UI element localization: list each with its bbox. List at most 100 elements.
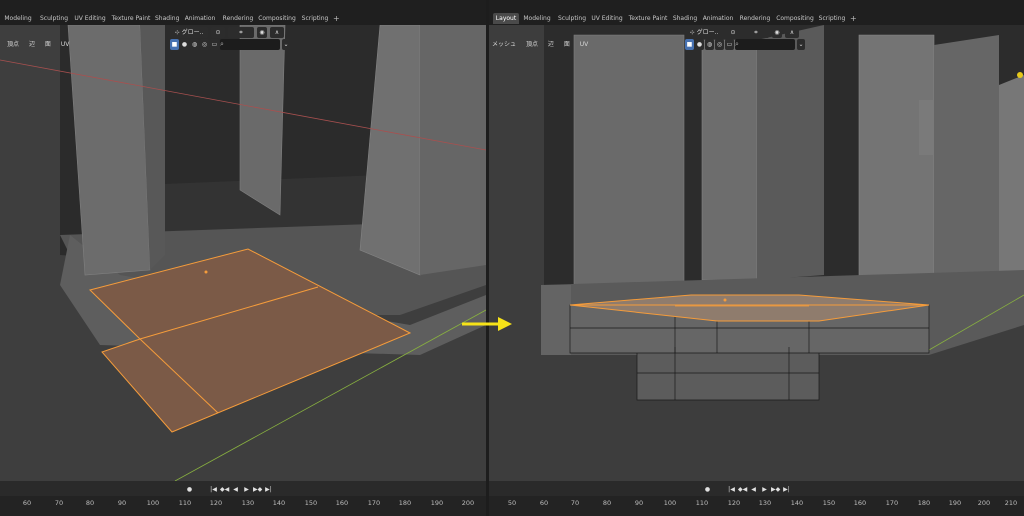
add-workspace-button[interactable]: +	[850, 13, 857, 24]
falloff-icon[interactable]: ∧	[785, 27, 799, 38]
tab-shading[interactable]: Shading	[672, 13, 698, 24]
tab-animation[interactable]: Animation	[184, 13, 216, 24]
face-mode-button[interactable]: 面	[561, 39, 573, 50]
tab-texture-paint[interactable]: Texture Paint	[110, 13, 152, 24]
frame-tick: 160	[335, 499, 349, 507]
snap-icon[interactable]: ⌗	[228, 27, 254, 38]
frame-tick: 190	[948, 499, 962, 507]
vertex-mode-button[interactable]: 頂点	[4, 39, 22, 50]
frame-tick: 200	[977, 499, 991, 507]
3d-viewport[interactable]	[0, 25, 486, 481]
frame-ruler[interactable]: 50 60 70 80 90 100 110 120 130 140 150 1…	[489, 496, 1024, 516]
jump-start-button[interactable]: |◀	[209, 485, 218, 494]
uv-menu-button[interactable]: UV	[577, 39, 592, 50]
overlay-icon[interactable]: ▭	[210, 39, 219, 50]
frame-tick: 70	[54, 499, 64, 507]
edge-mode-button[interactable]: 辺	[26, 39, 38, 50]
tab-modeling[interactable]: Modeling	[4, 13, 32, 24]
viewport-shading-icon[interactable]: ■	[685, 39, 694, 50]
playback-controls: ● |◀ ◆◀ ◀ ▶ ▶◆ ▶|	[185, 483, 275, 496]
tab-uv-editing[interactable]: UV Editing	[74, 13, 106, 24]
mesh-menu-button[interactable]: メッシュ	[489, 39, 519, 50]
play-reverse-button[interactable]: ◀	[749, 485, 758, 494]
shading-render-icon[interactable]: ◎	[715, 39, 724, 50]
face-mode-button[interactable]: 面	[42, 39, 54, 50]
tab-scripting[interactable]: Scripting	[301, 13, 329, 24]
frame-tick: 60	[539, 499, 549, 507]
timeline: ● |◀ ◆◀ ◀ ▶ ▶◆ ▶| 50 60 70 80 90 100 110…	[489, 481, 1024, 516]
frame-tick: 100	[663, 499, 677, 507]
frame-tick: 140	[790, 499, 804, 507]
viewport-shading-bar: ■ ● ◍ ◎ ▭ ⌕ ⌄	[685, 39, 805, 50]
tab-rendering[interactable]: Rendering	[222, 13, 254, 24]
next-keyframe-button[interactable]: ▶◆	[253, 485, 262, 494]
next-keyframe-button[interactable]: ▶◆	[771, 485, 780, 494]
shading-solid-icon[interactable]: ●	[695, 39, 704, 50]
add-workspace-button[interactable]: +	[333, 13, 340, 24]
tab-scripting[interactable]: Scripting	[818, 13, 846, 24]
overlay-icon[interactable]: ▭	[725, 39, 734, 50]
record-button[interactable]: ●	[185, 485, 194, 494]
shading-render-icon[interactable]: ◎	[200, 39, 209, 50]
3d-viewport[interactable]	[489, 25, 1024, 481]
tab-uv-editing[interactable]: UV Editing	[591, 13, 623, 24]
shading-solid-icon[interactable]: ●	[180, 39, 189, 50]
frame-ruler[interactable]: 60 70 80 90 100 110 120 130 140 150 160 …	[0, 496, 486, 516]
tab-layout[interactable]: Layout	[493, 13, 519, 24]
search-icon: ⌕	[220, 40, 224, 48]
edge-mode-button[interactable]: 辺	[545, 39, 557, 50]
search-input[interactable]: ⌕	[220, 39, 280, 50]
mesh-select-mode-menu: メッシュ 頂点 辺 面 UV	[489, 39, 593, 50]
frame-tick: 200	[461, 499, 475, 507]
prev-keyframe-button[interactable]: ◆◀	[738, 485, 747, 494]
tab-sculpting[interactable]: Sculpting	[556, 13, 588, 24]
tab-animation[interactable]: Animation	[702, 13, 734, 24]
pivot-icon[interactable]: ⊙	[211, 27, 225, 38]
frame-tick: 150	[304, 499, 318, 507]
tab-modeling[interactable]: Modeling	[523, 13, 551, 24]
pivot-icon[interactable]: ⊙	[726, 27, 740, 38]
frame-tick: 180	[917, 499, 931, 507]
tab-sculpting[interactable]: Sculpting	[38, 13, 70, 24]
play-button[interactable]: ▶	[242, 485, 251, 494]
falloff-icon[interactable]: ∧	[270, 27, 284, 38]
shading-material-icon[interactable]: ◍	[705, 39, 714, 50]
frame-tick: 80	[85, 499, 95, 507]
snap-icon[interactable]: ⌗	[743, 27, 769, 38]
transform-orientation-dropdown[interactable]: ⊹ グロー..	[170, 27, 208, 38]
tab-compositing[interactable]: Compositing	[258, 13, 296, 24]
tab-shading[interactable]: Shading	[155, 13, 179, 24]
viewport-shading-bar: ■ ● ◍ ◎ ▭ ⌕ ⌄	[170, 39, 290, 50]
uv-menu-button[interactable]: UV	[58, 39, 73, 50]
proportional-icon[interactable]: ◉	[772, 27, 782, 38]
frame-tick: 60	[22, 499, 32, 507]
frame-tick: 70	[570, 499, 580, 507]
transform-orientation-dropdown[interactable]: ⊹ グロー..	[685, 27, 723, 38]
vertex-mode-button[interactable]: 頂点	[523, 39, 541, 50]
tab-texture-paint[interactable]: Texture Paint	[627, 13, 669, 24]
play-button[interactable]: ▶	[760, 485, 769, 494]
frame-tick: 120	[727, 499, 741, 507]
frame-tick: 100	[146, 499, 160, 507]
workspace-tabbar: Modeling Sculpting UV Editing Texture Pa…	[0, 0, 486, 25]
left-blender-window: Modeling Sculpting UV Editing Texture Pa…	[0, 0, 486, 516]
viewport-shading-icon[interactable]: ■	[170, 39, 179, 50]
frame-tick: 140	[272, 499, 286, 507]
frame-tick: 150	[822, 499, 836, 507]
record-button[interactable]: ●	[703, 485, 712, 494]
tool-header: ⊹ グロー.. ⊙ ⌗ ◉ ∧	[685, 27, 805, 38]
frame-tick: 110	[695, 499, 709, 507]
search-input[interactable]: ⌕	[735, 39, 795, 50]
tab-rendering[interactable]: Rendering	[739, 13, 771, 24]
play-reverse-button[interactable]: ◀	[231, 485, 240, 494]
jump-end-button[interactable]: ▶|	[782, 485, 791, 494]
jump-start-button[interactable]: |◀	[727, 485, 736, 494]
dropdown-chevron-icon[interactable]: ⌄	[797, 39, 805, 50]
shading-material-icon[interactable]: ◍	[190, 39, 199, 50]
tab-compositing[interactable]: Compositing	[776, 13, 814, 24]
jump-end-button[interactable]: ▶|	[264, 485, 273, 494]
dropdown-chevron-icon[interactable]: ⌄	[282, 39, 290, 50]
proportional-icon[interactable]: ◉	[257, 27, 267, 38]
workspace-tabbar: Layout Modeling Sculpting UV Editing Tex…	[489, 0, 1024, 25]
prev-keyframe-button[interactable]: ◆◀	[220, 485, 229, 494]
